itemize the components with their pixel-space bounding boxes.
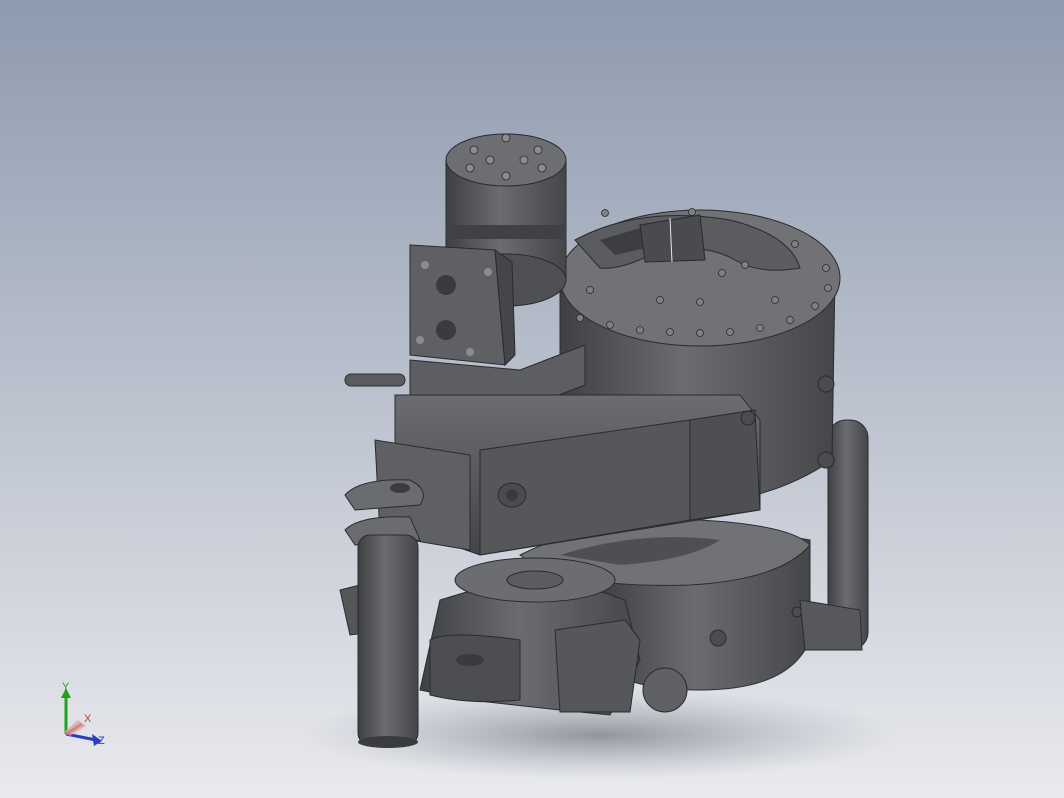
coordinate-triad: Y X Z: [48, 676, 112, 752]
z-axis-label: Z: [98, 735, 105, 747]
y-axis-label: Y: [62, 681, 70, 693]
valve-block: [409, 244, 516, 367]
x-axis-label: X: [84, 713, 92, 725]
left-support-rod: [357, 534, 419, 748]
graphics-viewport[interactable]: Y X Z: [0, 0, 1064, 798]
cad-model-view[interactable]: [0, 0, 1064, 798]
